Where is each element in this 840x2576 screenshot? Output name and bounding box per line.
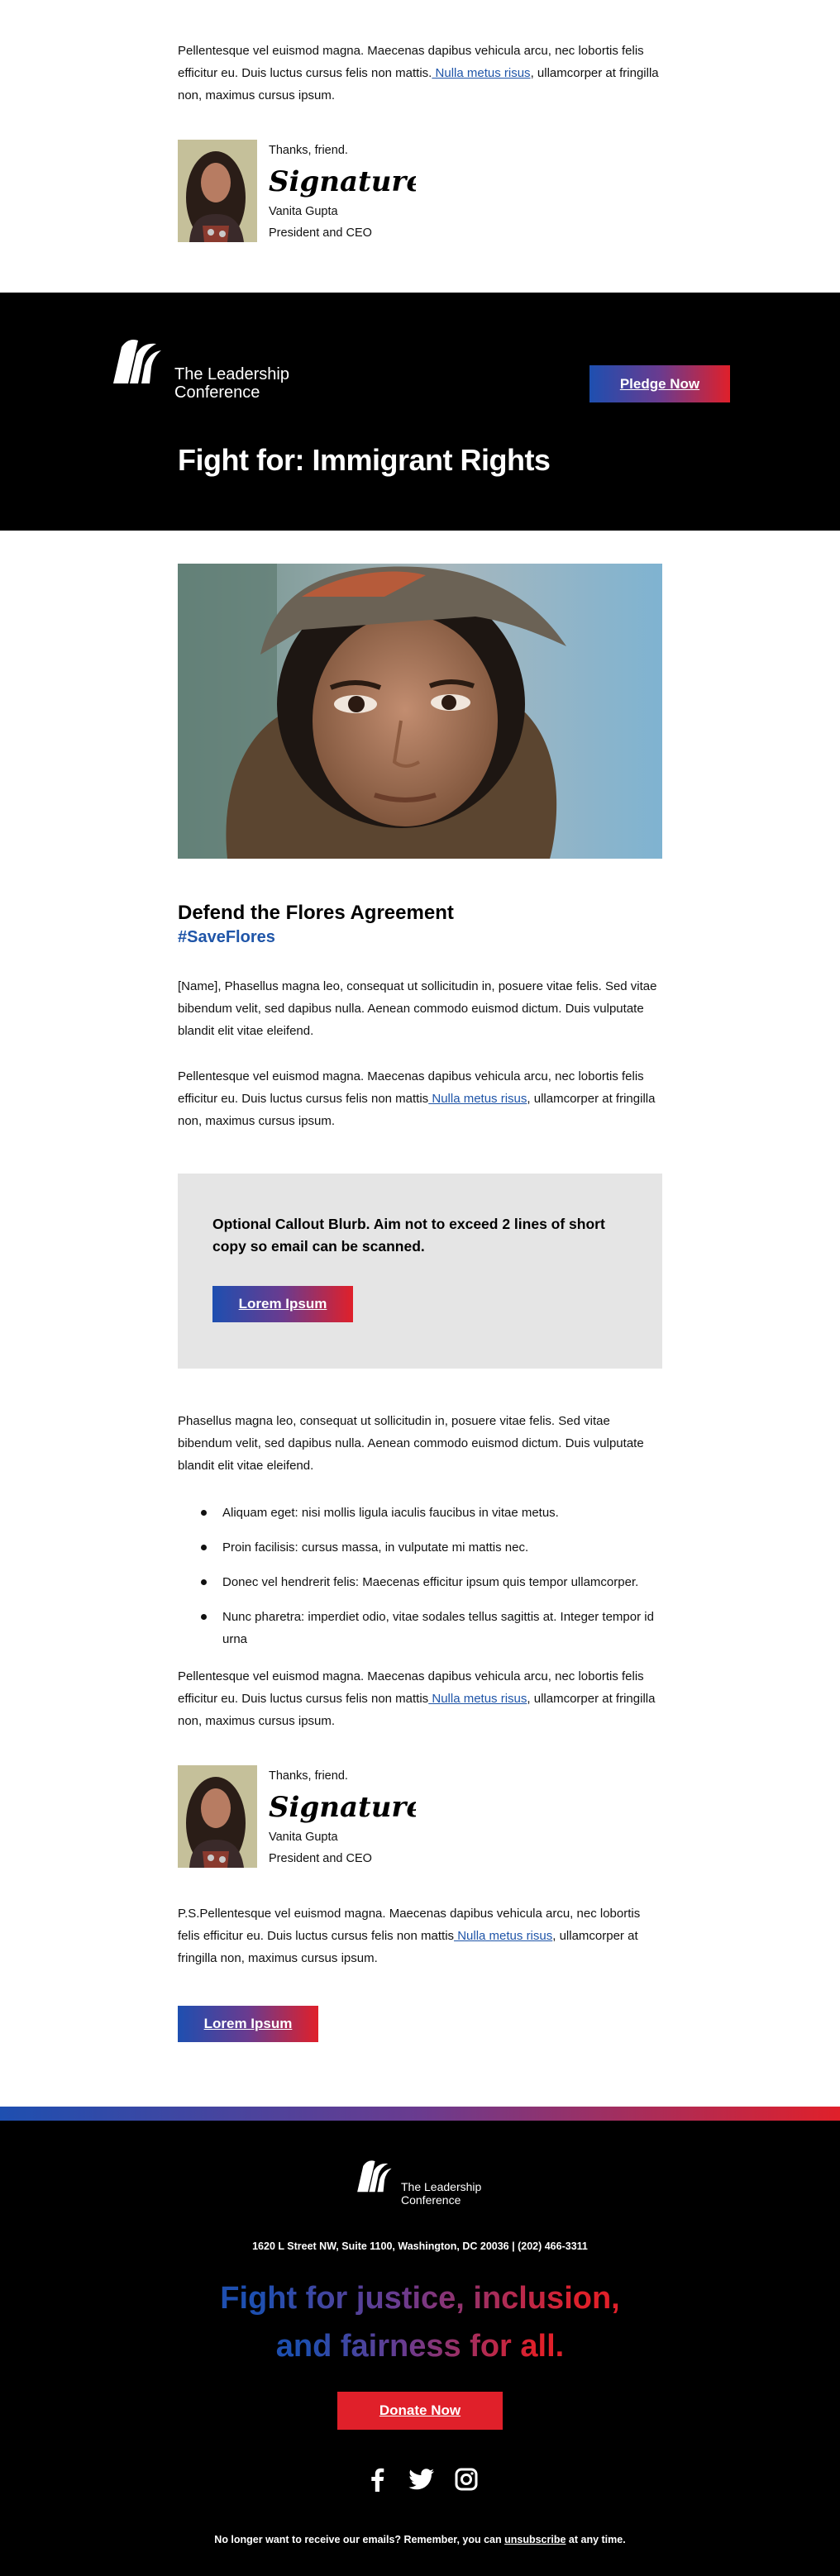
signer-name: Vanita Gupta: [269, 205, 338, 218]
callout-box: Optional Callout Blurb. Aim not to excee…: [178, 1174, 662, 1369]
paragraph-1: [Name], Phasellus magna leo, consequat u…: [178, 979, 657, 1038]
tagline-line-2: and fairness for all.: [275, 2329, 565, 2364]
paragraph-4: Pellentesque vel euismod magna. Maecenas…: [178, 1669, 656, 1728]
list-item: Proin facilisis: cursus massa, in vulput…: [201, 1536, 662, 1559]
paragraph-3: Phasellus magna leo, consequat ut sollic…: [178, 1414, 644, 1473]
signature-block: Thanks, friend. Signature Vanita Gupta P…: [178, 1765, 662, 1869]
signer-role: President and CEO: [269, 1852, 372, 1865]
page-title: Fight for: Immigrant Rights: [178, 443, 551, 477]
signature-block: Thanks, friend. Signature Vanita Gupta P…: [178, 140, 662, 244]
footer-tagline: Fight for justice, inclusion, and fairne…: [0, 2274, 840, 2370]
top-section: Pellentesque vel euismod magna. Maecenas…: [0, 0, 840, 293]
bottom-cta-button[interactable]: Lorem Ipsum: [178, 2006, 318, 2042]
signer-role: President and CEO: [269, 226, 372, 240]
svg-text:Signature: Signature: [269, 1791, 416, 1824]
gradient-divider: [0, 2107, 840, 2121]
footer-logo[interactable]: The Leadership Conference: [355, 2155, 481, 2207]
signer-name: Vanita Gupta: [269, 1831, 338, 1844]
inline-link[interactable]: Nulla metus risus: [432, 66, 531, 80]
donate-now-button[interactable]: Donate Now: [337, 2392, 503, 2430]
social-links: [364, 2466, 480, 2493]
header-banner: The Leadership Conference Pledge Now Fig…: [0, 293, 840, 531]
inline-link[interactable]: Nulla metus risus: [428, 1692, 527, 1706]
leadership-arcs-icon: [113, 340, 161, 383]
leadership-arcs-icon: [357, 2160, 392, 2193]
footer-wrapper: The Leadership Conference 1620 L Street …: [0, 2107, 840, 2576]
article-title: Defend the Flores Agreement: [178, 902, 454, 924]
logo-line-2: Conference: [174, 383, 260, 402]
paragraph-2: Pellentesque vel euismod magna. Maecenas…: [178, 1069, 656, 1128]
instagram-icon[interactable]: [453, 2466, 480, 2493]
facebook-icon[interactable]: [364, 2466, 390, 2493]
footer: The Leadership Conference 1620 L Street …: [0, 2121, 840, 2576]
intro-paragraph: Pellentesque vel euismod magna. Maecenas…: [178, 44, 659, 102]
signature-image: Signature: [269, 1791, 416, 1824]
inline-link[interactable]: Nulla metus risus: [454, 1929, 552, 1943]
author-photo: [178, 140, 257, 244]
unsubscribe-notice: No longer want to receive our emails? Re…: [214, 2534, 626, 2545]
pledge-now-button[interactable]: Pledge Now: [589, 365, 730, 402]
ps-paragraph: P.S.Pellentesque vel euismod magna. Maec…: [178, 1907, 641, 1965]
signoff-text: Thanks, friend.: [269, 144, 348, 157]
hero-image: [178, 564, 662, 859]
logo-line-2: Conference: [401, 2193, 461, 2207]
footer-address: 1620 L Street NW, Suite 1100, Washington…: [252, 2240, 588, 2252]
hashtag: #SaveFlores: [178, 928, 275, 946]
brand-logo[interactable]: The Leadership Conference: [110, 332, 289, 402]
email-page: Pellentesque vel euismod magna. Maecenas…: [0, 0, 840, 2576]
svg-text:Signature: Signature: [269, 165, 416, 198]
signoff-text: Thanks, friend.: [269, 1769, 348, 1783]
inline-link[interactable]: Nulla metus risus: [428, 1092, 527, 1106]
bullet-list: Aliquam eget: nisi mollis ligula iaculis…: [178, 1502, 662, 1650]
list-item: Aliquam eget: nisi mollis ligula iaculis…: [201, 1502, 662, 1524]
logo-line-1: The Leadership: [401, 2180, 482, 2193]
unsubscribe-link[interactable]: unsubscribe: [504, 2534, 566, 2545]
list-item: Nunc pharetra: imperdiet odio, vitae sod…: [201, 1606, 662, 1650]
callout-button[interactable]: Lorem Ipsum: [212, 1286, 353, 1322]
author-photo: [178, 1765, 257, 1869]
tagline-line-1: Fight for justice, inclusion,: [220, 2281, 620, 2316]
logo-line-1: The Leadership: [174, 365, 289, 383]
signature-image: Signature: [269, 165, 416, 198]
twitter-icon[interactable]: [408, 2466, 435, 2493]
list-item: Donec vel hendrerit felis: Maecenas effi…: [201, 1571, 662, 1593]
callout-text: Optional Callout Blurb. Aim not to excee…: [212, 1216, 605, 1255]
main-content: Defend the Flores Agreement #SaveFlores …: [178, 564, 662, 2042]
